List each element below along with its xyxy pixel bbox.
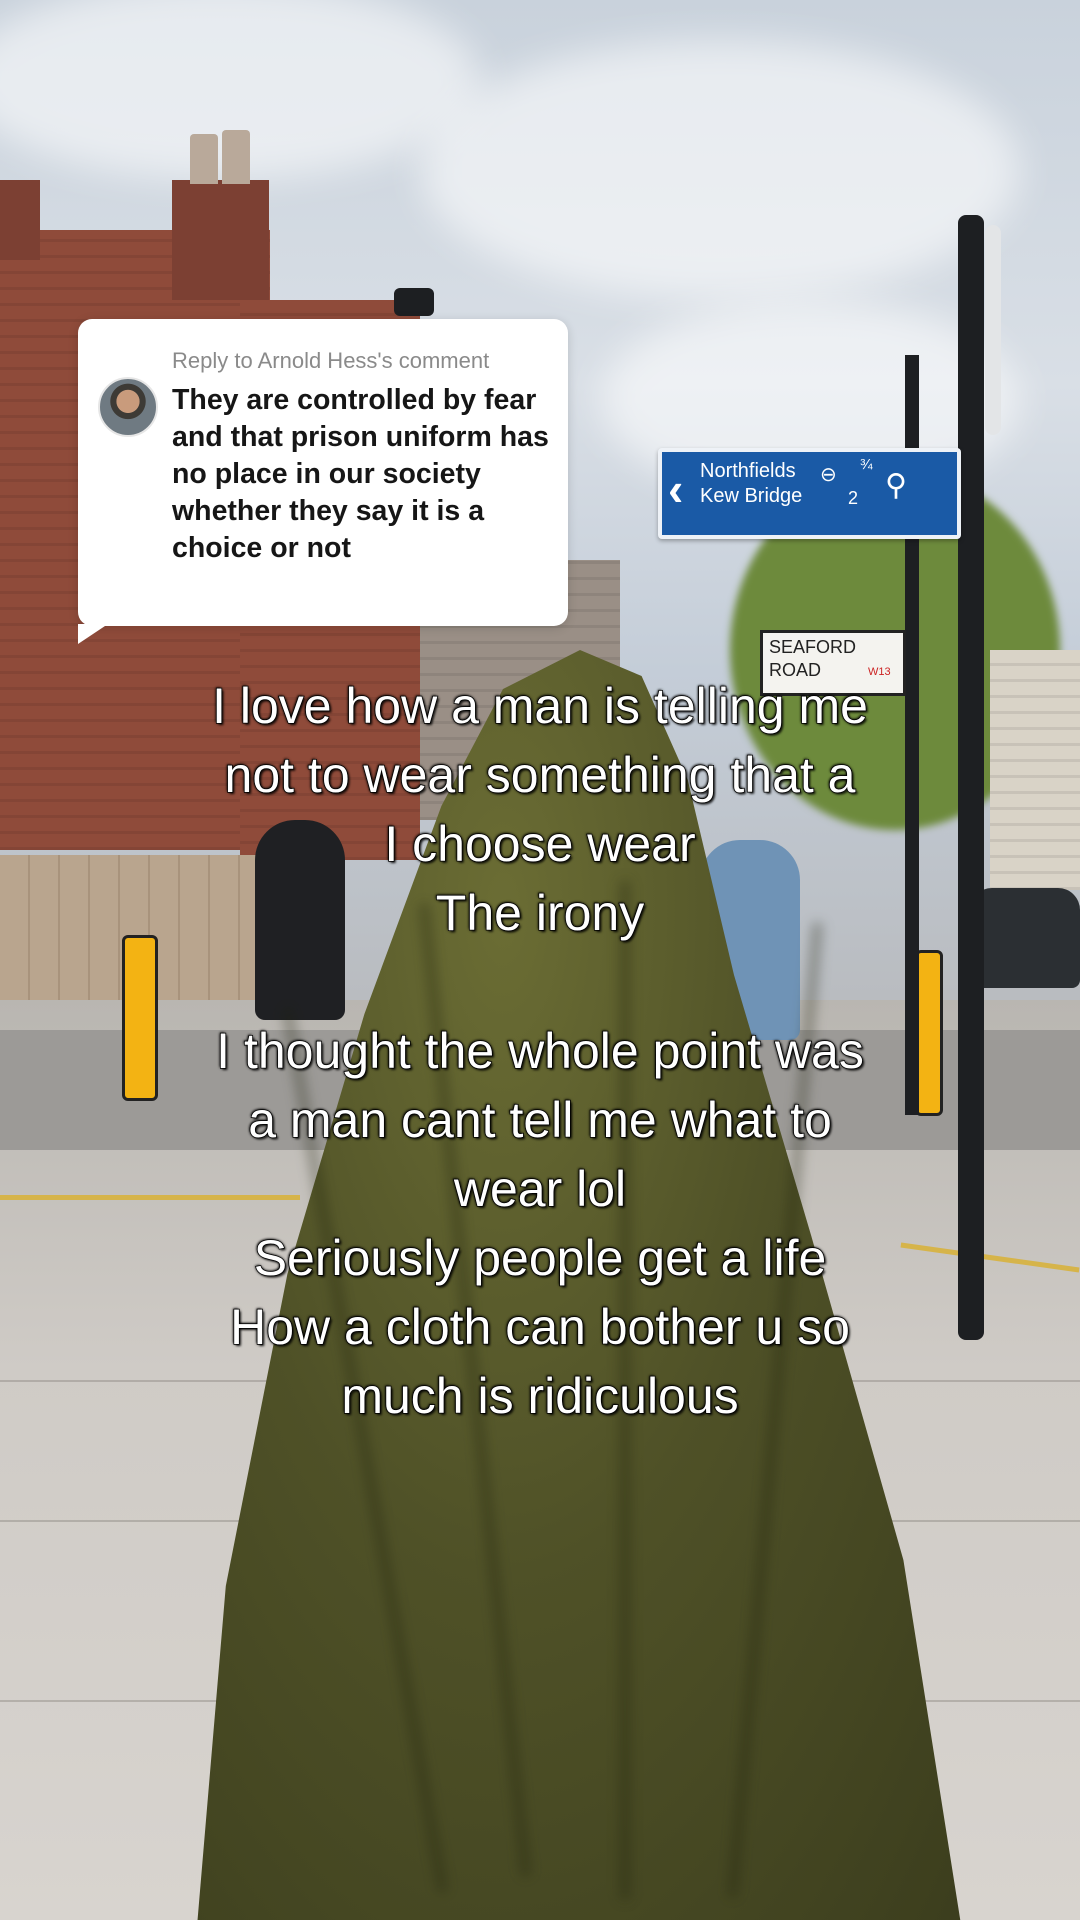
sign-back [985, 225, 1001, 435]
apartment-building [990, 650, 1080, 890]
parked-car [970, 888, 1080, 988]
chimney-pot [190, 134, 218, 184]
direction-sign: ‹ Northfields Kew Bridge ⊖ ¾ 2 ⚲ [658, 448, 961, 539]
chimney [0, 180, 40, 260]
reply-comment-sticker[interactable]: Reply to Arnold Hess's comment They are … [78, 319, 568, 644]
reply-to-label: Reply to Arnold Hess's comment [172, 348, 490, 373]
caption-overlay-text: I love how a man is telling me not to we… [211, 677, 868, 1425]
underground-icon: ⊖ [820, 464, 837, 486]
street-lamp [394, 288, 434, 316]
chimney [172, 180, 269, 300]
direction-distance2: 2 [848, 488, 859, 508]
direction-distance1: ¾ [860, 456, 873, 473]
avatar[interactable] [98, 377, 158, 437]
street-name-line1: SEAFORD [769, 637, 857, 657]
direction-sign-line2: Kew Bridge [700, 485, 803, 507]
cloud [420, 40, 1020, 300]
left-arrow-icon: ‹ [668, 463, 684, 515]
chimney-pot [222, 130, 250, 184]
comment-text: They are controlled by fear and that pri… [172, 384, 549, 564]
comment-bubble-tail [78, 624, 108, 644]
bicycle-icon: ⚲ [885, 469, 907, 502]
direction-sign-line1: Northfields [700, 460, 796, 482]
